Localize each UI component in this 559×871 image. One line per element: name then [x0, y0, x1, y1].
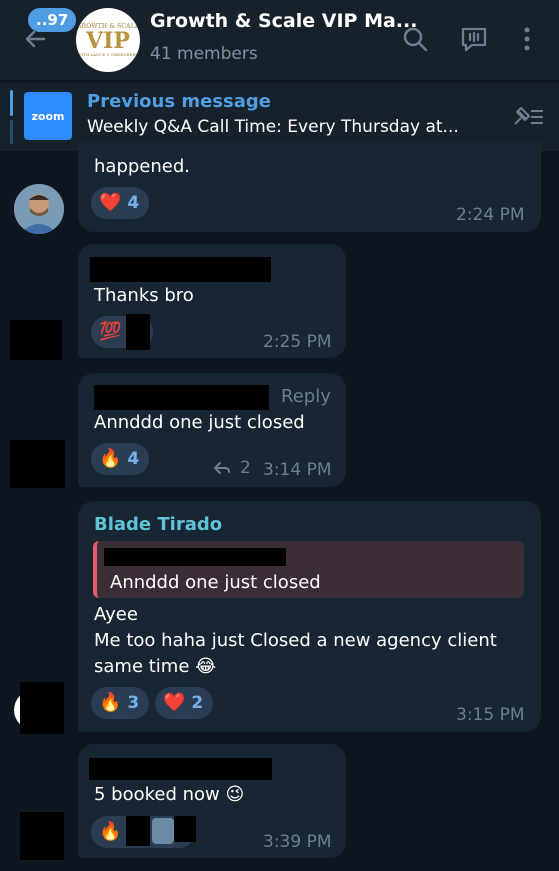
reply-arrow-icon	[214, 462, 230, 474]
pin-indicator-secondary	[10, 120, 13, 144]
message-line-1: Ayee	[94, 604, 138, 625]
fire-emoji: 🔥	[99, 692, 122, 713]
wink-emoji: 😉	[225, 784, 245, 805]
message-text: Thanks bro	[94, 285, 194, 306]
user-avatar[interactable]	[14, 184, 64, 234]
message-time: 3:15 PM	[456, 705, 525, 725]
redacted-reactor	[126, 816, 150, 846]
pinned-title: Previous message	[87, 91, 271, 112]
message-time: 2:25 PM	[263, 332, 332, 352]
reaction-fire[interactable]: 🔥 4	[91, 443, 149, 475]
reaction-count: 3	[127, 693, 140, 713]
search-icon[interactable]	[400, 24, 430, 54]
voice-chat-icon[interactable]	[459, 24, 489, 54]
unread-badge: ..97	[28, 8, 77, 32]
chat-title[interactable]: Growth & Scale VIP Ma...	[150, 10, 417, 32]
message-text: happened.	[94, 156, 190, 177]
redacted-avatar	[20, 682, 64, 734]
reactor-avatar	[152, 818, 174, 844]
heart-emoji: ❤️	[163, 692, 186, 713]
redacted-avatar	[20, 812, 64, 860]
message-time: 3:14 PM	[263, 460, 332, 480]
redacted-quote-sender	[104, 548, 286, 566]
zoom-thumbnail: zoom	[24, 92, 72, 140]
replies-counter[interactable]: 2	[212, 458, 251, 478]
message-line-2: Me too haha just Closed a new agency cli…	[94, 630, 497, 651]
hundred-emoji: 💯	[99, 321, 122, 342]
laughing-emoji: 😂	[195, 656, 217, 677]
reaction-count: 4	[127, 449, 140, 469]
redacted-sender	[90, 257, 271, 282]
chat-header: ..97 GROWTH & SCALE VIP WITH LANCE C GRE…	[0, 0, 559, 80]
reaction-heart[interactable]: ❤️ 4	[91, 187, 149, 219]
more-vertical-icon[interactable]	[512, 24, 542, 54]
quoted-text: Annddd one just closed	[110, 572, 321, 593]
chat-avatar[interactable]: GROWTH & SCALE VIP WITH LANCE C GREENBER…	[76, 8, 140, 72]
redacted-reactor	[174, 816, 196, 842]
reaction-count: 4	[127, 193, 140, 213]
pin-indicator	[10, 90, 13, 116]
message-body: 5 booked now	[94, 784, 220, 805]
message-time: 3:39 PM	[263, 832, 332, 852]
message-text: Annddd one just closed	[94, 412, 305, 433]
heart-emoji: ❤️	[99, 192, 122, 213]
message-time: 2:24 PM	[456, 205, 525, 225]
member-count: 41 members	[150, 44, 258, 64]
sender-name[interactable]: Blade Tirado	[94, 514, 222, 535]
reaction-heart[interactable]: ❤️ 2	[155, 687, 213, 719]
redacted-avatar	[10, 440, 65, 488]
redacted-reactor	[126, 314, 150, 350]
pinned-list-icon[interactable]	[509, 102, 547, 132]
reply-count: 2	[240, 458, 251, 478]
redacted-avatar	[10, 320, 62, 360]
reaction-count: 2	[191, 693, 204, 713]
logo-mid: VIP	[86, 28, 130, 54]
reaction-fire[interactable]: 🔥 3	[91, 687, 149, 719]
redacted-sender	[94, 385, 269, 410]
pinned-text: Weekly Q&A Call Time: Every Thursday at.…	[87, 117, 459, 137]
redacted-sender	[89, 758, 272, 780]
line3-text: same time	[94, 656, 190, 677]
message-text: 5 booked now 😉	[94, 784, 244, 805]
fire-emoji: 🔥	[99, 821, 122, 842]
message-line-3: same time 😂	[94, 656, 216, 677]
logo-bottom: WITH LANCE C GREENBERG	[77, 52, 139, 57]
reply-link[interactable]: Reply	[281, 386, 331, 407]
fire-emoji: 🔥	[99, 448, 122, 469]
